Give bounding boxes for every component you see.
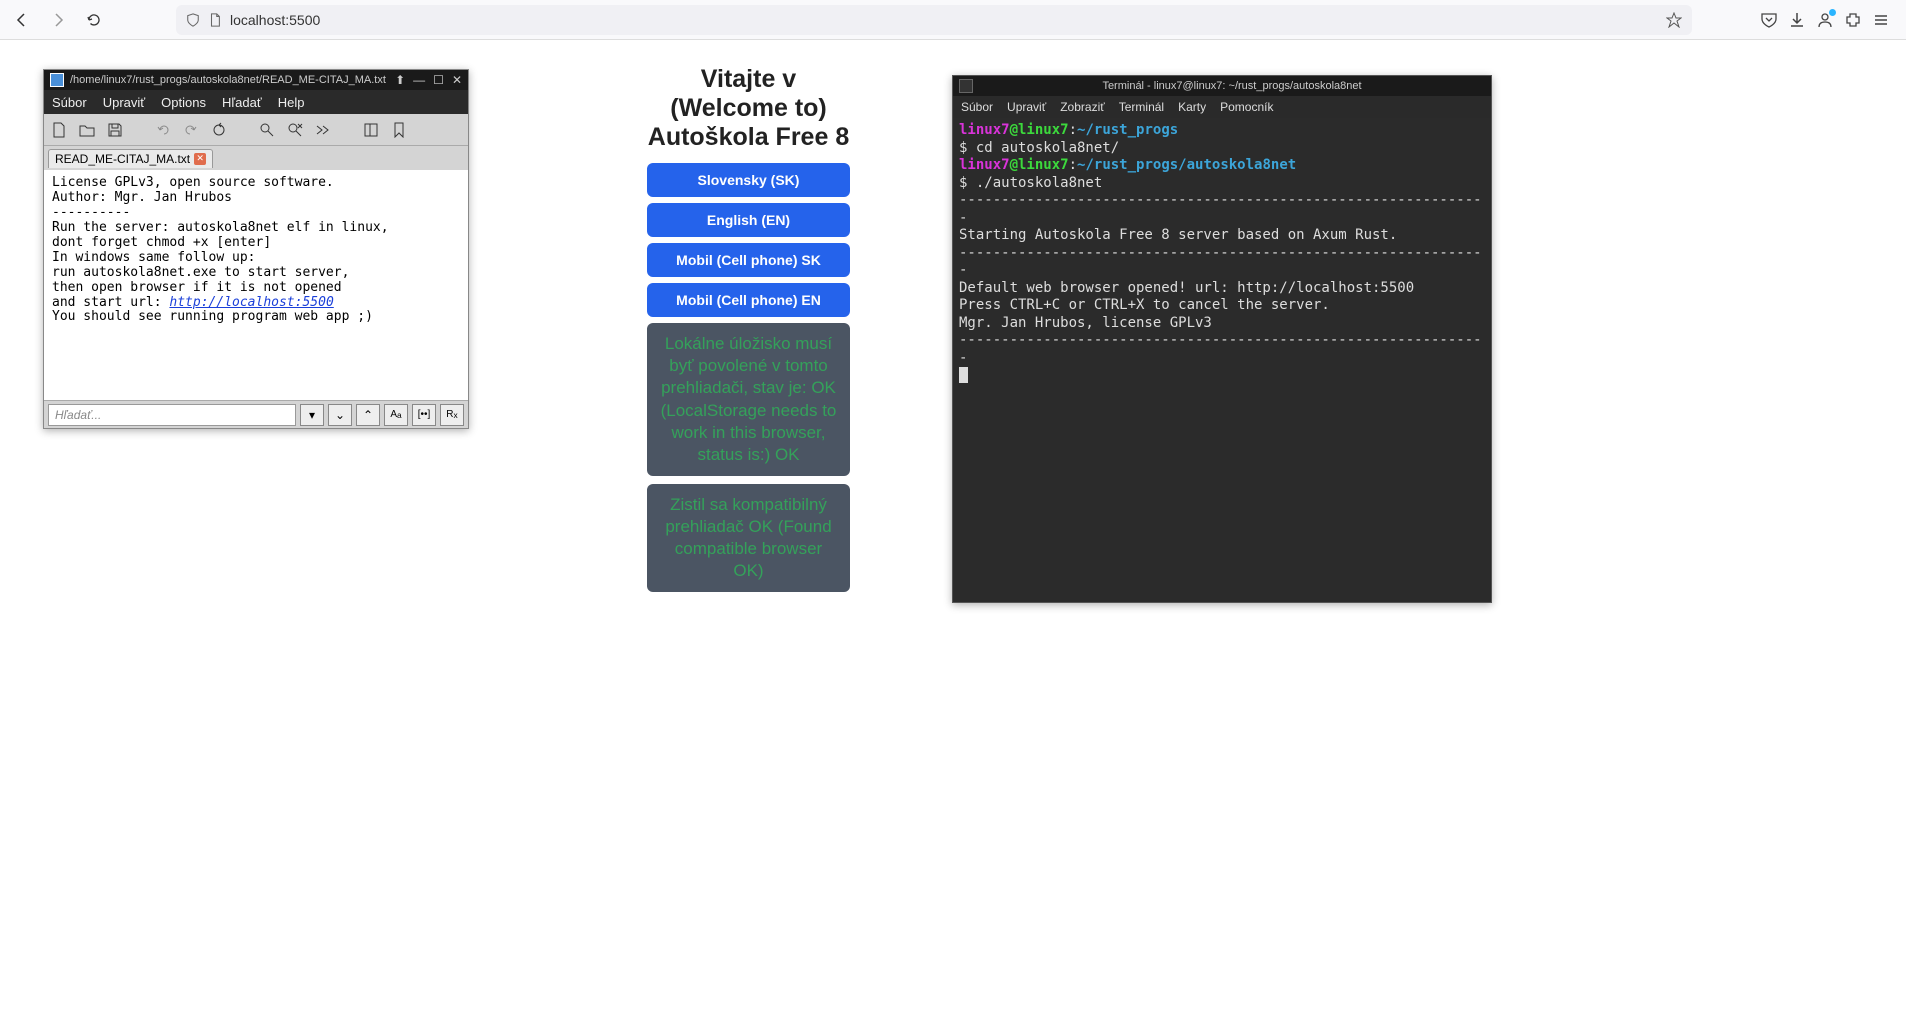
bookmark-star-icon[interactable] (1666, 12, 1682, 28)
open-folder-icon[interactable] (78, 121, 96, 139)
terminal-titlebar[interactable]: Terminál - linux7@linux7: ~/rust_progs/a… (953, 76, 1491, 96)
term-menu-karty[interactable]: Karty (1178, 100, 1206, 114)
menu-icon[interactable] (1872, 11, 1890, 29)
pin-icon[interactable]: ⬆ (395, 73, 405, 87)
editor-text-area[interactable]: License GPLv3, open source software. Aut… (44, 170, 468, 400)
terminal-cursor (959, 367, 968, 383)
new-file-icon[interactable] (50, 121, 68, 139)
regex-icon[interactable]: Rx (440, 404, 464, 426)
search-cancel-icon[interactable] (286, 121, 304, 139)
tab-label: READ_ME-CITAJ_MA.txt (55, 152, 190, 166)
lang-en-button[interactable]: English (EN) (647, 203, 850, 237)
reload-icon (86, 12, 102, 28)
word-icon[interactable]: [••] (412, 404, 436, 426)
menu-help[interactable]: Help (278, 95, 305, 110)
search-dropdown-icon[interactable]: ▾ (300, 404, 324, 426)
menu-subor[interactable]: Súbor (52, 95, 87, 110)
term-menu-pomocnik[interactable]: Pomocník (1220, 100, 1273, 114)
browser-compat-status: Zistil sa kompatibilný prehliadač OK (Fo… (647, 484, 850, 592)
pocket-icon[interactable] (1760, 11, 1778, 29)
minimize-icon[interactable]: — (413, 73, 425, 87)
search-input[interactable]: Hľadať... (48, 404, 296, 426)
menu-hladat[interactable]: Hľadať (222, 95, 262, 110)
page-icon (208, 13, 222, 27)
terminal-window: Terminál - linux7@linux7: ~/rust_progs/a… (952, 75, 1492, 603)
terminal-output[interactable]: linux7@linux7:~/rust_progs $ cd autoskol… (953, 118, 1491, 389)
menu-upravit[interactable]: Upraviť (103, 95, 145, 110)
sidebar-icon[interactable] (362, 121, 380, 139)
arrow-right-icon (50, 12, 66, 28)
app-title: Vitajte v (Welcome to) Autoškola Free 8 (647, 65, 850, 151)
menu-options[interactable]: Options (161, 95, 206, 110)
undo-icon[interactable] (154, 121, 172, 139)
localstorage-status: Lokálne úložisko musí byť povolené v tom… (647, 323, 850, 476)
forward-button[interactable] (44, 6, 72, 34)
url-text: localhost:5500 (230, 12, 320, 28)
text-editor-window: /home/linux7/rust_progs/autoskola8net/RE… (43, 69, 469, 429)
more-icon[interactable] (314, 121, 332, 139)
search-icon[interactable] (258, 121, 276, 139)
search-prev-icon[interactable]: ⌃ (356, 404, 380, 426)
save-icon[interactable] (106, 121, 124, 139)
term-menu-subor[interactable]: Súbor (961, 100, 993, 114)
term-menu-upravit[interactable]: Upraviť (1007, 100, 1046, 114)
page-content: /home/linux7/rust_progs/autoskola8net/RE… (0, 40, 1906, 1031)
tab-close-icon[interactable]: ✕ (194, 153, 206, 165)
terminal-menubar: Súbor Upraviť Zobraziť Terminál Karty Po… (953, 96, 1491, 118)
editor-toolbar (44, 114, 468, 146)
browser-toolbar: localhost:5500 (0, 0, 1906, 40)
editor-app-icon (50, 73, 64, 87)
editor-footer: Hľadať... ▾ ⌄ ⌃ Aa [••] Rx (44, 400, 468, 428)
terminal-title: Terminál - linux7@linux7: ~/rust_progs/a… (979, 80, 1485, 92)
search-next-icon[interactable]: ⌄ (328, 404, 352, 426)
case-icon[interactable]: Aa (384, 404, 408, 426)
toolbar-right-icons (1760, 11, 1890, 29)
mobile-sk-button[interactable]: Mobil (Cell phone) SK (647, 243, 850, 277)
back-button[interactable] (8, 6, 36, 34)
editor-menubar: Súbor Upraviť Options Hľadať Help (44, 90, 468, 114)
extensions-icon[interactable] (1844, 11, 1862, 29)
lang-sk-button[interactable]: Slovensky (SK) (647, 163, 850, 197)
shield-icon (186, 13, 200, 27)
term-menu-zobrazit[interactable]: Zobraziť (1060, 100, 1105, 114)
editor-tab[interactable]: READ_ME-CITAJ_MA.txt ✕ (48, 149, 213, 168)
download-icon[interactable] (1788, 11, 1806, 29)
web-app: Vitajte v (Welcome to) Autoškola Free 8 … (647, 65, 850, 600)
redo-icon[interactable] (182, 121, 200, 139)
account-icon[interactable] (1816, 11, 1834, 29)
reload-file-icon[interactable] (210, 121, 228, 139)
editor-title-path: /home/linux7/rust_progs/autoskola8net/RE… (70, 74, 395, 86)
terminal-app-icon (959, 79, 973, 93)
mobile-en-button[interactable]: Mobil (Cell phone) EN (647, 283, 850, 317)
close-icon[interactable]: ✕ (452, 73, 462, 87)
address-bar[interactable]: localhost:5500 (176, 5, 1692, 35)
editor-titlebar[interactable]: /home/linux7/rust_progs/autoskola8net/RE… (44, 70, 468, 90)
reload-button[interactable] (80, 6, 108, 34)
maximize-icon[interactable]: ☐ (433, 73, 444, 87)
bookmark-icon[interactable] (390, 121, 408, 139)
editor-tabs: READ_ME-CITAJ_MA.txt ✕ (44, 146, 468, 170)
term-menu-terminal[interactable]: Terminál (1119, 100, 1164, 114)
localhost-link[interactable]: http://localhost:5500 (169, 295, 333, 310)
arrow-left-icon (14, 12, 30, 28)
